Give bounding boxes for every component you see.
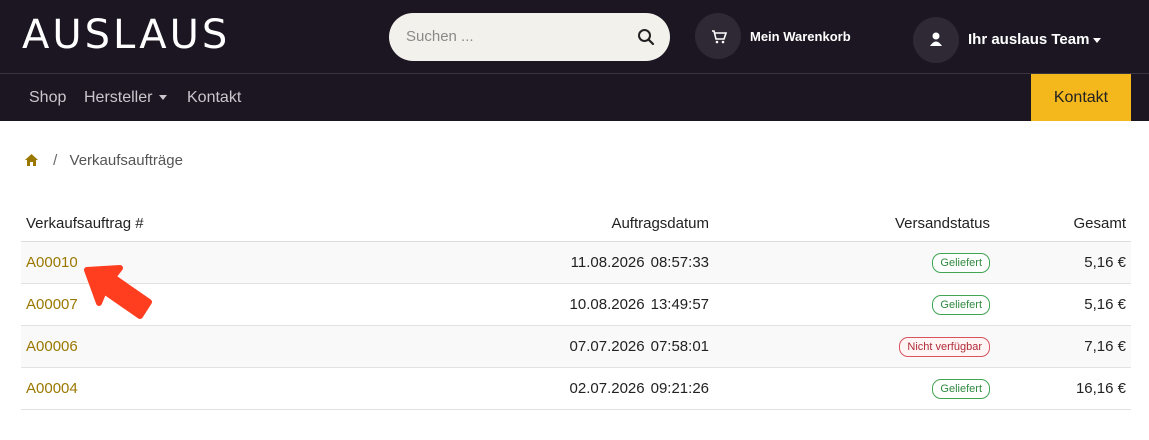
svg-text:AUSLAUS: AUSLAUS [22,12,230,58]
order-id-cell: A00007 [21,283,344,326]
order-link[interactable]: A00006 [26,338,78,355]
order-link[interactable]: A00010 [26,254,78,271]
nav-item-hersteller[interactable]: Hersteller [84,89,168,107]
column-header-order: Verkaufsauftrag # [21,206,344,242]
table-row[interactable]: A00007 10.08.2026 13:49:57 Geliefert 5,16… [21,283,1131,326]
status-badge: Geliefert [932,378,990,399]
order-date-cell: 10.08.2026 13:49:57 [344,283,714,326]
top-header: AUSLAUS Suchen ... Mein Warenkorb Ihr au… [0,0,1149,73]
table-row[interactable]: A00010 11.08.2026 08:57:33 Geliefert 5,16… [21,241,1131,284]
table-row[interactable]: A00004 02.07.2026 09:21:26 Geliefert 16,1… [21,367,1131,410]
status-badge: Geliefert [932,252,990,273]
user-menu-label[interactable]: Ihr auslaus Team [968,31,1102,48]
breadcrumb-current: Verkaufsaufträge [69,152,183,169]
order-total: 16,16 € [995,367,1131,410]
search-bar[interactable]: Suchen ... [389,13,670,61]
search-input[interactable]: Suchen ... [406,28,474,45]
order-date: 10.08.2026 [569,296,645,313]
breadcrumb-separator: / [53,152,58,169]
arrow-annotation-icon [84,265,152,319]
order-status-cell: Nicht verfügbar [714,325,995,368]
order-id-cell: A00006 [21,325,344,368]
user-icon [930,32,942,46]
order-date-cell: 02.07.2026 09:21:26 [344,367,714,410]
order-date: 02.07.2026 [569,380,645,397]
order-id-cell: A00004 [21,367,344,410]
user-button[interactable] [913,17,959,63]
auslaus-logo[interactable]: AUSLAUS [22,10,252,58]
status-badge: Nicht verfügbar [899,336,990,357]
orders-table: Verkaufsauftrag # Auftragsdatum Versands… [21,206,1131,410]
cart-label[interactable]: Mein Warenkorb [750,29,851,44]
order-status-cell: Geliefert [714,283,995,326]
nav-item-kontakt[interactable]: Kontakt [187,89,241,107]
cart-icon [712,30,728,44]
order-status-cell: Geliefert [714,241,995,284]
chevron-down-icon [1093,37,1102,43]
order-time: 13:49:57 [650,296,709,313]
status-badge: Geliefert [932,294,990,315]
column-header-date: Auftragsdatum [344,206,714,242]
order-time: 08:57:33 [650,254,709,271]
order-id-cell: A00010 [21,241,344,284]
order-date: 07.07.2026 [569,338,645,355]
column-header-total: Gesamt [995,206,1131,242]
breadcrumb: / Verkaufsaufträge [24,152,183,169]
column-header-status: Versandstatus [714,206,995,242]
nav-item-shop[interactable]: Shop [29,89,66,107]
order-total: 5,16 € [995,283,1131,326]
home-icon[interactable] [24,153,39,167]
order-link[interactable]: A00004 [26,380,78,397]
order-date-cell: 11.08.2026 08:57:33 [344,241,714,284]
order-link[interactable]: A00007 [26,296,78,313]
cart-button[interactable] [695,13,741,59]
order-total: 7,16 € [995,325,1131,368]
order-total: 5,16 € [995,241,1131,284]
main-navigation: Shop Hersteller Kontakt Kontakt [0,73,1149,121]
table-header-row: Verkaufsauftrag # Auftragsdatum Versands… [21,206,1131,242]
order-date-cell: 07.07.2026 07:58:01 [344,325,714,368]
order-time: 07:58:01 [650,338,709,355]
order-time: 09:21:26 [650,380,709,397]
kontakt-cta-button[interactable]: Kontakt [1031,74,1131,121]
order-date: 11.08.2026 [570,254,645,271]
search-icon[interactable] [637,28,655,46]
chevron-down-icon [159,95,168,101]
table-row[interactable]: A00006 07.07.2026 07:58:01 Nicht verfügba… [21,325,1131,368]
order-status-cell: Geliefert [714,367,995,410]
